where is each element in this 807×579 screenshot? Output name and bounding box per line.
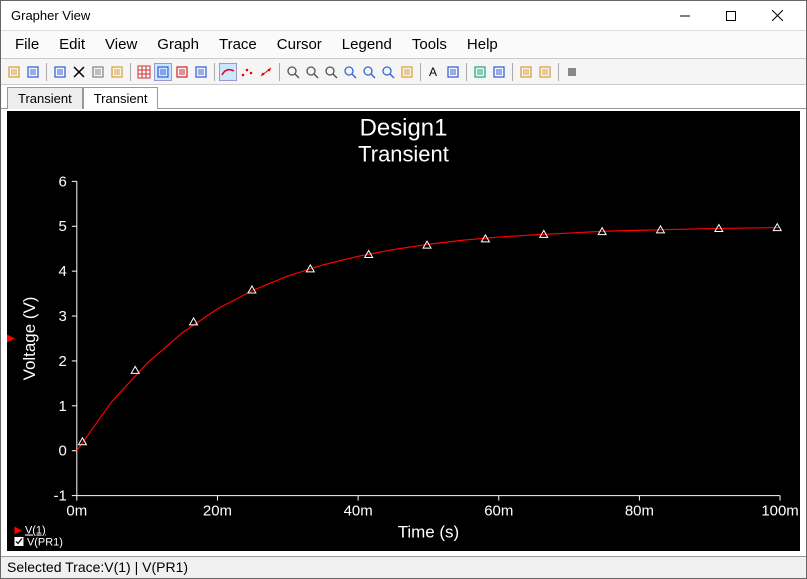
- titlebar: Grapher View: [1, 1, 806, 31]
- copy-icon[interactable]: [89, 63, 107, 81]
- menu-cursor[interactable]: Cursor: [267, 32, 332, 57]
- toolbar-separator: [130, 63, 131, 81]
- y-tick-label: -1: [54, 488, 67, 505]
- chart-subtitle: Transient: [358, 141, 449, 166]
- save-icon[interactable]: [24, 63, 42, 81]
- close-button[interactable]: [754, 1, 800, 31]
- toolbar-separator: [420, 63, 421, 81]
- chart-area: Design1Transient-101234560m20m40m60m80m1…: [7, 111, 800, 551]
- y-axis-label: Voltage (V): [20, 297, 39, 381]
- undo-icon[interactable]: [51, 63, 69, 81]
- tab-transient-1[interactable]: Transient: [83, 87, 159, 109]
- y-tick-label: 5: [59, 218, 67, 235]
- x-tick-label: 100m: [761, 503, 798, 520]
- arrow-icon[interactable]: [444, 63, 462, 81]
- markers-icon[interactable]: [257, 63, 275, 81]
- tab-transient-0[interactable]: Transient: [7, 87, 83, 109]
- menu-help[interactable]: Help: [457, 32, 508, 57]
- toolbar: A: [1, 59, 806, 85]
- minimize-button[interactable]: [662, 1, 708, 31]
- trace-red-icon[interactable]: [219, 63, 237, 81]
- x-axis-label: Time (s): [398, 522, 459, 541]
- excel-export-icon[interactable]: [471, 63, 489, 81]
- chart-bg: [7, 112, 800, 551]
- zoom-y-icon[interactable]: [379, 63, 397, 81]
- chart-svg: Design1Transient-101234560m20m40m60m80m1…: [7, 111, 800, 551]
- tabbar: TransientTransient: [1, 85, 806, 109]
- menu-graph[interactable]: Graph: [147, 32, 209, 57]
- svg-text:A: A: [429, 65, 437, 79]
- options-icon[interactable]: [490, 63, 508, 81]
- zoom-x-icon[interactable]: [360, 63, 378, 81]
- zoom-out-icon[interactable]: [303, 63, 321, 81]
- y-tick-label: 3: [59, 308, 67, 325]
- paste-icon[interactable]: [108, 63, 126, 81]
- x-tick-label: 20m: [203, 503, 232, 520]
- data2-icon[interactable]: [536, 63, 554, 81]
- window-title: Grapher View: [11, 8, 662, 23]
- x-tick-label: 80m: [625, 503, 654, 520]
- pan-icon[interactable]: [398, 63, 416, 81]
- stop-icon[interactable]: [563, 63, 581, 81]
- toolbar-separator: [466, 63, 467, 81]
- window-controls: [662, 1, 800, 31]
- legend-trace-label[interactable]: V(1): [25, 524, 46, 536]
- samples-icon[interactable]: [238, 63, 256, 81]
- delete-icon[interactable]: [70, 63, 88, 81]
- zoom-in-icon[interactable]: [284, 63, 302, 81]
- palette-icon[interactable]: [192, 63, 210, 81]
- data-icon[interactable]: [517, 63, 535, 81]
- menu-tools[interactable]: Tools: [402, 32, 457, 57]
- menubar: FileEditViewGraphTraceCursorLegendToolsH…: [1, 31, 806, 59]
- zoom-area-icon[interactable]: [322, 63, 340, 81]
- x-tick-label: 40m: [344, 503, 373, 520]
- y-tick-label: 1: [59, 398, 67, 415]
- chart-title: Design1: [360, 114, 448, 141]
- menu-trace[interactable]: Trace: [209, 32, 267, 57]
- y-tick-label: 2: [59, 353, 67, 370]
- status-text: Selected Trace:V(1) | V(PR1): [7, 559, 188, 575]
- x-tick-label: 0m: [66, 503, 87, 520]
- legend-trace-label[interactable]: V(PR1): [27, 536, 63, 548]
- axes-icon[interactable]: [173, 63, 191, 81]
- toolbar-separator: [512, 63, 513, 81]
- zoom-fit-icon[interactable]: [341, 63, 359, 81]
- text-icon[interactable]: A: [425, 63, 443, 81]
- open-icon[interactable]: [5, 63, 23, 81]
- menu-view[interactable]: View: [95, 32, 147, 57]
- menu-file[interactable]: File: [5, 32, 49, 57]
- maximize-button[interactable]: [708, 1, 754, 31]
- statusbar: Selected Trace:V(1) | V(PR1): [1, 556, 806, 578]
- y-tick-label: 0: [59, 443, 67, 460]
- grid-icon[interactable]: [135, 63, 153, 81]
- menu-edit[interactable]: Edit: [49, 32, 95, 57]
- y-tick-label: 6: [59, 173, 67, 190]
- legend-icon[interactable]: [154, 63, 172, 81]
- x-tick-label: 60m: [484, 503, 513, 520]
- toolbar-separator: [46, 63, 47, 81]
- toolbar-separator: [558, 63, 559, 81]
- toolbar-separator: [279, 63, 280, 81]
- toolbar-separator: [214, 63, 215, 81]
- menu-legend[interactable]: Legend: [332, 32, 402, 57]
- y-tick-label: 4: [59, 263, 67, 280]
